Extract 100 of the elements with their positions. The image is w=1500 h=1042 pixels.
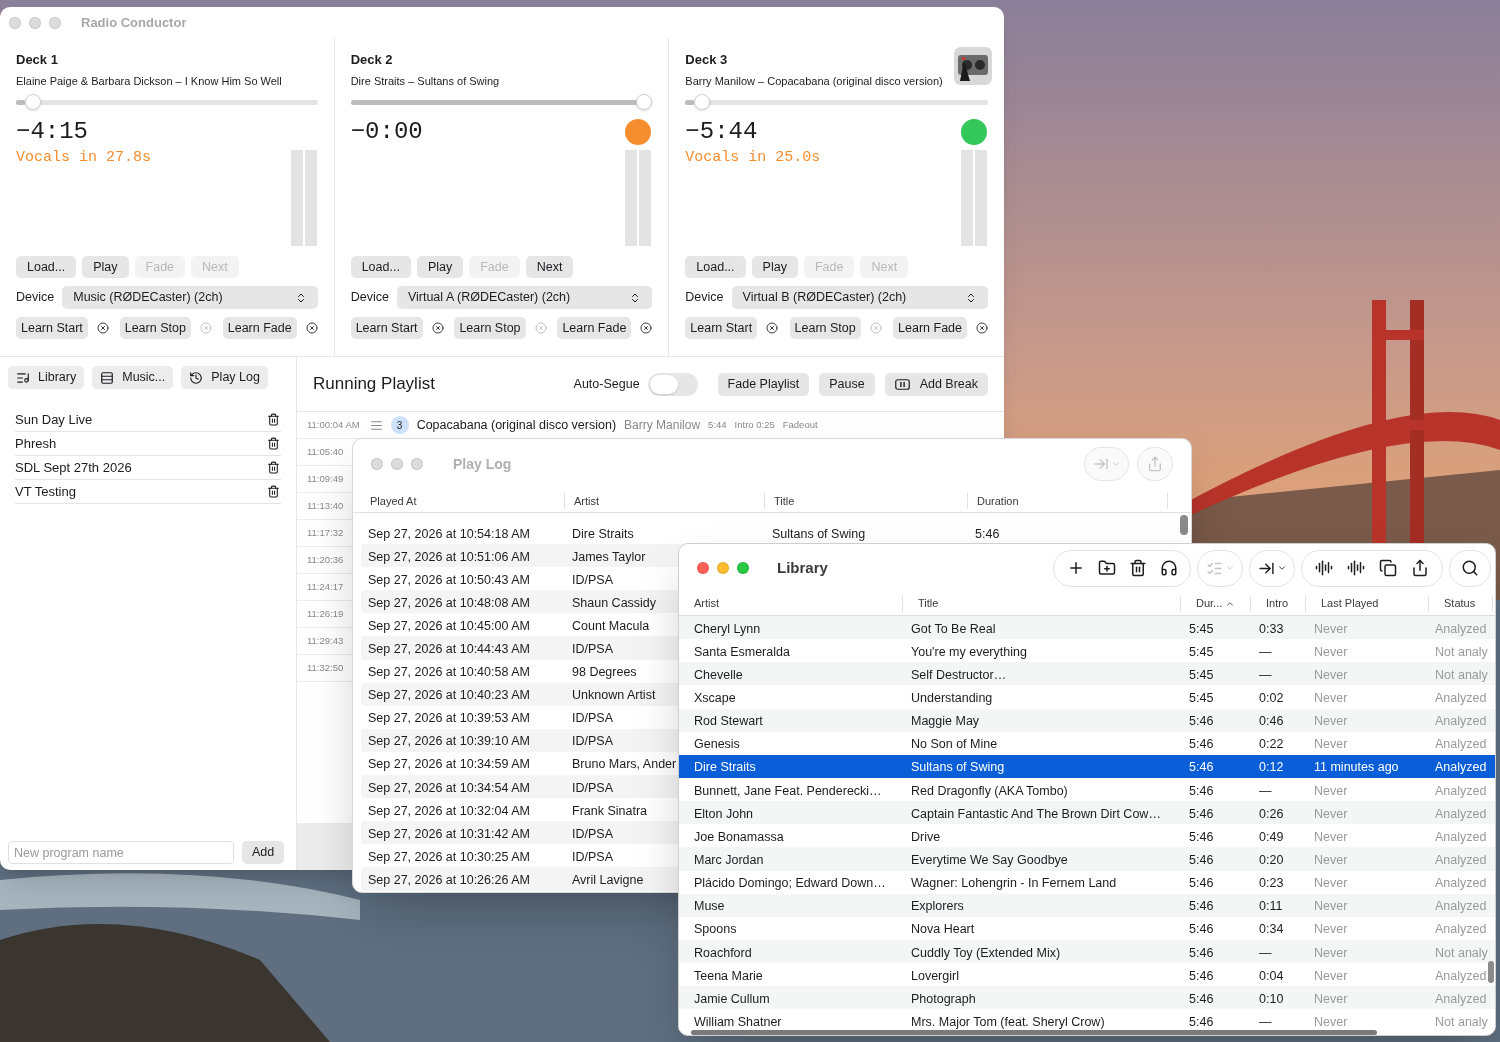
column-header[interactable]: Dur... [1181,595,1251,612]
library-row[interactable]: Cheryl Lynn Got To Be Real 5:45 0:33 Never Analyzed [679,616,1495,640]
table-cell: 5:46 [1189,737,1214,752]
view-button[interactable]: Music... [92,366,174,389]
playlist-button[interactable]: Add Break [884,372,988,396]
drag-handle-icon[interactable] [369,418,383,432]
deck-button[interactable]: Play [751,256,798,278]
zoom-button[interactable] [737,562,749,574]
column-header[interactable]: Duration [968,492,1168,509]
track-name: Barry Manilow – Copacabana (original disco version) [685,74,943,88]
clear-icon[interactable] [305,322,318,334]
device-select[interactable]: Virtual A (RØDECaster) (2ch) [396,286,653,309]
library-row[interactable]: Marc Jordan Everytime We Say Goodbye 5:46 0:20 Never Analyzed [679,847,1495,871]
trash-icon[interactable] [267,485,280,498]
clear-icon[interactable] [96,322,109,334]
program-name-field[interactable]: New program name [8,841,234,864]
slider-thumb[interactable] [636,94,653,110]
table-cell: 0:34 [1259,922,1284,937]
learn-button[interactable]: Learn Stop [454,317,526,339]
deck-button[interactable]: Play [416,256,464,278]
table-cell: 5:46 [1189,714,1214,729]
table-cell: Red Dragonfly (AKA Tombo) [911,783,1068,798]
clear-icon[interactable] [976,322,988,334]
table-cell: Count Macula [572,618,650,633]
deck-button[interactable]: Load... [16,256,77,278]
column-header[interactable]: Intro [1251,595,1306,612]
clear-icon[interactable] [766,322,779,334]
library-row[interactable]: Roachford Cuddly Toy (Extended Mix) 5:46 — Never Not analy [679,939,1495,964]
library-row[interactable]: Bunnett, Jane Feat. Penderecki… Red Dragonfly (AKA Tombo) 5:46 — Never Analyzed [679,778,1495,802]
column-header[interactable]: Last Played [1306,595,1429,612]
program-item[interactable]: VT Testing [15,480,281,504]
scrollbar[interactable] [1180,515,1188,535]
table-cell: ID/PSA [572,734,613,749]
learn-button[interactable]: Learn Start [16,317,88,339]
library-row[interactable]: Teena Marie Lovergirl 5:46 0:04 Never Analyzed [679,963,1495,987]
slider-thumb[interactable] [24,94,41,110]
program-item[interactable]: SDL Sept 27th 2026 [15,456,281,480]
table-cell: Never [1314,783,1348,798]
view-button[interactable]: Library [8,366,85,389]
scrollbar[interactable] [691,1030,1377,1035]
library-row[interactable]: Muse Explorers 5:46 0:11 Never Analyzed [679,893,1495,917]
library-row[interactable]: Xscape Understanding 5:45 0:02 Never Analyzed [679,685,1495,709]
column-header[interactable]: Title [903,595,1181,612]
table-cell: Not analy [1435,945,1488,960]
deck-button[interactable]: Load... [350,256,411,278]
clear-icon[interactable] [640,322,653,334]
learn-button[interactable]: Learn Fade [893,317,967,339]
column-header[interactable]: Title [765,492,968,509]
slider-thumb[interactable] [693,94,710,110]
library-row[interactable]: Plácido Domingo; Edward Down… Wagner: Lohengrin - In Fernem Land 5:46 0:23 Never Analyzed [679,870,1495,894]
library-row[interactable]: Genesis No Son of Mine 5:46 0:22 Never Analyzed [679,731,1495,755]
learn-button[interactable]: Learn Stop [789,317,861,339]
playlist-button[interactable]: Fade Playlist [717,372,810,396]
progress-slider[interactable] [685,93,988,111]
table-cell: Never [1314,829,1348,844]
column-header[interactable]: Played At [361,492,565,509]
clear-icon[interactable] [431,322,444,334]
library-row[interactable]: Jamie Cullum Photograph 5:46 0:10 Never Analyzed [679,986,1495,1010]
auto-segue-toggle[interactable] [647,372,698,396]
table-cell: Wagner: Lohengrin - In Fernem Land [911,876,1117,891]
table-cell: William Shatner [694,1014,782,1029]
column-header[interactable]: Artist [679,595,903,612]
trash-icon[interactable] [267,413,280,426]
deck-button[interactable]: Next [525,256,574,278]
program-item[interactable]: Phresh [15,432,281,456]
view-button[interactable]: Play Log [181,366,268,389]
deck-button[interactable]: Load... [685,256,746,278]
close-button[interactable] [697,562,709,574]
trash-icon[interactable] [267,437,280,450]
program-item[interactable]: Sun Day Live [15,408,281,432]
library-row[interactable]: Rod Stewart Maggie May 5:46 0:46 Never Analyzed [679,708,1495,732]
scrollbar[interactable] [1488,961,1494,983]
column-header[interactable]: Status [1429,595,1493,612]
view-icon [189,370,204,385]
table-cell: Sep 27, 2026 at 10:48:08 AM [368,595,530,610]
column-header[interactable]: Artist [565,492,765,509]
table-cell: 5:46 [1189,760,1214,775]
playlist-button[interactable]: Pause [819,372,875,396]
library-row[interactable]: Joe Bonamassa Drive 5:46 0:49 Never Analyzed [679,824,1495,848]
table-cell: 5:46 [1189,1014,1214,1029]
progress-slider[interactable] [350,93,653,111]
learn-button[interactable]: Learn Stop [119,317,191,339]
library-row[interactable]: Elton John Captain Fantastic And The Brown Dirt Cow… 5:46 0:26 Never Analyzed [679,801,1495,825]
library-row[interactable]: Dire Straits Sultans of Swing 5:46 0:12 11 minutes ago Analyzed [679,754,1495,778]
learn-button[interactable]: Learn Fade [557,317,632,339]
table-cell: Never [1314,691,1348,705]
deck-button[interactable]: Play [82,256,129,278]
device-select[interactable]: Music (RØDECaster) (2ch) [62,286,318,309]
progress-slider[interactable] [16,93,318,111]
library-row[interactable]: William Shatner Mrs. Major Tom (feat. Sheryl Crow) 5:46 — Never Not analy [679,1009,1495,1033]
learn-button[interactable]: Learn Start [685,317,758,339]
learn-button[interactable]: Learn Fade [222,317,297,339]
trash-icon[interactable] [267,461,280,474]
add-button[interactable]: Add [242,841,285,864]
learn-button[interactable]: Learn Start [350,317,423,339]
device-select[interactable]: Virtual B (RØDECaster) (2ch) [731,286,988,309]
library-row[interactable]: Santa Esmeralda You're my everything 5:45 — Never Not analy [679,639,1495,663]
library-row[interactable]: Spoons Nova Heart 5:46 0:34 Never Analyzed [679,916,1495,940]
library-row[interactable]: Chevelle Self Destructor… 5:45 — Never Not analy [679,662,1495,686]
minimize-button[interactable] [717,562,729,574]
